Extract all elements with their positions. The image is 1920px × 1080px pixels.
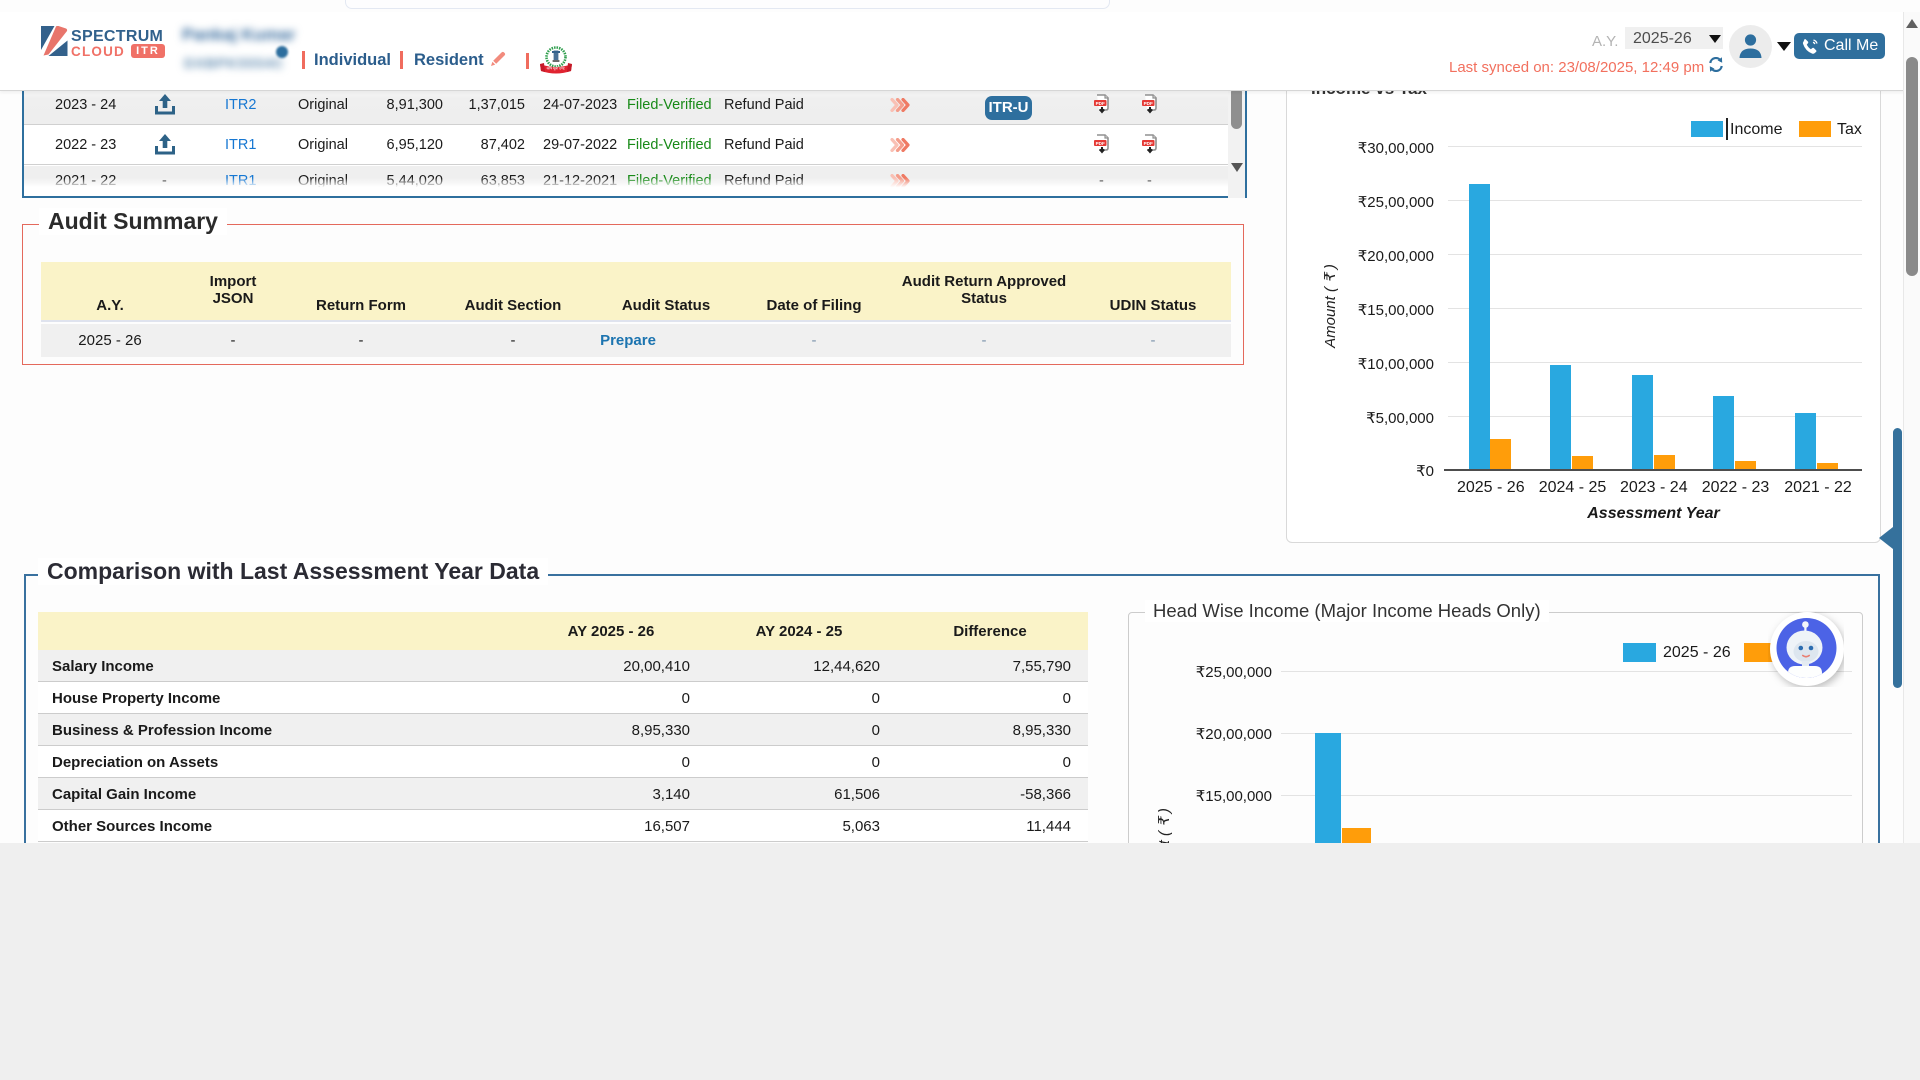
svg-text:PDF: PDF <box>1096 101 1105 106</box>
svg-text:PDF: PDF <box>1144 101 1153 106</box>
svg-text:PDF: PDF <box>1144 141 1153 146</box>
svg-text:PDF: PDF <box>1096 141 1105 146</box>
svg-text:कोष मूलो दण्ड:: कोष मूलो दण्ड: <box>547 66 566 71</box>
